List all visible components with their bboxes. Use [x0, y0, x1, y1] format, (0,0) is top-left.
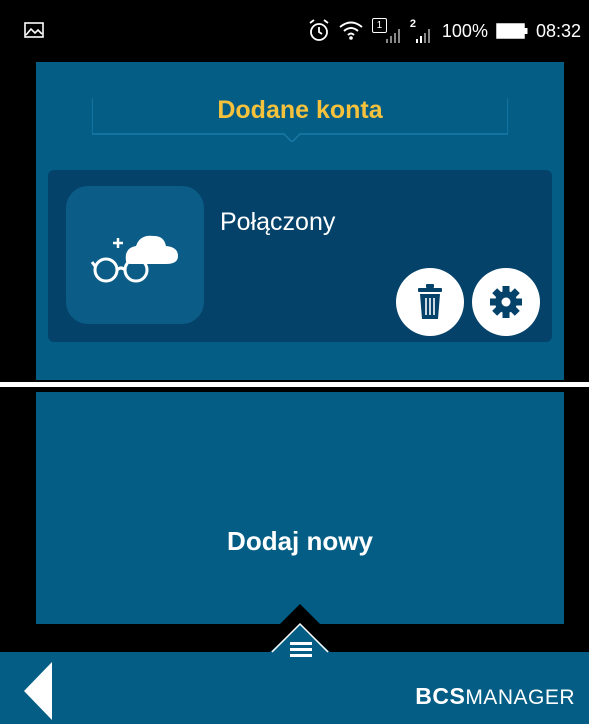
account-icon-box	[66, 186, 204, 324]
back-arrow-icon[interactable]	[22, 662, 52, 720]
account-card[interactable]: Połączony	[48, 170, 552, 342]
cloud-glasses-icon	[90, 235, 178, 283]
clock: 08:32	[535, 20, 581, 41]
accounts-title: Dodane konta	[217, 96, 383, 124]
account-status: Połączony	[220, 208, 336, 236]
accounts-panel: Dodane konta Połączony	[36, 62, 564, 380]
signal-icon	[415, 29, 430, 43]
gear-icon	[490, 286, 522, 318]
add-new-label: Dodaj nowy	[227, 526, 373, 556]
sim1-badge: 1	[371, 18, 387, 33]
status-icons: 1 2 100% 08:32	[308, 18, 581, 44]
add-new-panel[interactable]: Dodaj nowy	[36, 392, 564, 624]
trash-icon	[418, 284, 442, 319]
signal-icon	[385, 29, 400, 43]
image-icon	[24, 22, 44, 38]
battery-icon	[496, 23, 528, 39]
battery-percent: 100%	[441, 20, 488, 41]
alarm-icon	[309, 19, 329, 41]
logo-light: MANAGER	[465, 686, 575, 709]
account-settings-button[interactable]	[472, 268, 540, 336]
menu-tab[interactable]	[0, 598, 589, 668]
logo-bold: BCS	[415, 683, 466, 709]
status-bar: 1 2 100% 08:32	[0, 0, 589, 62]
sim2-signal: 2	[410, 18, 434, 44]
sim1-signal: 1	[371, 18, 402, 44]
wifi-icon	[339, 21, 363, 40]
panel-divider	[0, 382, 589, 387]
hamburger-menu-icon	[290, 642, 312, 657]
delete-account-button[interactable]	[396, 268, 464, 336]
bcs-manager-logo: BCS MANAGER	[415, 683, 575, 710]
